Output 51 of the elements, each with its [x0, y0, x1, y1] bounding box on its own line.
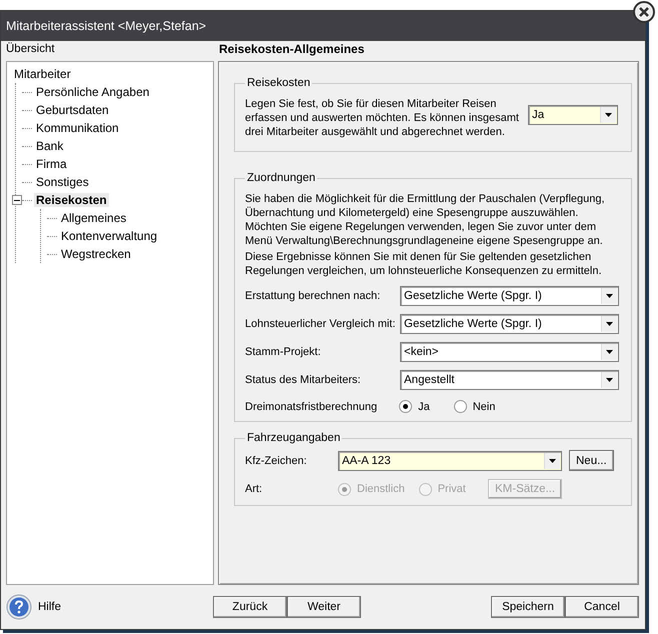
- nav-button[interactable]: Zurück: [213, 596, 287, 618]
- tree-item[interactable]: Firma: [34, 157, 69, 171]
- field-label: Art:: [245, 483, 264, 495]
- radio-button[interactable]: Ja: [399, 400, 430, 413]
- dropdown-arrow-icon: [606, 294, 613, 298]
- tree-item[interactable]: Kommunikation: [34, 121, 121, 135]
- field-label: Kfz-Zeichen:: [245, 454, 308, 466]
- tree-item[interactable]: Kontenverwaltung: [59, 229, 160, 243]
- description-text: Legen Sie fest, ob Sie für diesen Mitarbeiter Reisen erfassen und auswerten möchten. Es können insgesamt drei Mitarbeiter ausgewählt und abgerechnet werden.: [245, 97, 520, 139]
- tree-item[interactable]: Mitarbeiter: [12, 67, 73, 81]
- dropdown-arrow-icon: [549, 458, 556, 462]
- close-button[interactable]: [633, 1, 655, 23]
- new-button[interactable]: Neu...: [569, 450, 614, 471]
- page-title: Reisekosten-Allgemeines: [218, 41, 366, 58]
- dropdown[interactable]: Ja: [528, 105, 618, 125]
- dropdown[interactable]: <kein>: [400, 342, 619, 362]
- help-label: Hilfe: [38, 601, 62, 613]
- action-button[interactable]: Cancel: [565, 596, 639, 618]
- dropdown[interactable]: Gesetzliche Werte (Spgr. I): [400, 286, 619, 306]
- field-label: Erstattung berechnen nach:: [245, 290, 380, 302]
- field-label: Dreimonatsfristberechnung: [245, 400, 378, 412]
- dropdown[interactable]: Angestellt: [400, 370, 619, 390]
- tree-item[interactable]: Reisekosten: [34, 193, 109, 207]
- tree-item[interactable]: Persönliche Angaben: [34, 85, 152, 99]
- sidebar-title: Übersicht: [6, 41, 56, 57]
- close-icon: [639, 7, 649, 17]
- dropdown-arrow-icon: [605, 113, 612, 117]
- group-title: Reisekosten: [246, 77, 312, 89]
- tree-item[interactable]: Allgemeines: [59, 211, 128, 225]
- dropdown-arrow-icon: [606, 322, 613, 326]
- dropdown-arrow-icon: [606, 378, 613, 382]
- help-icon[interactable]: [6, 594, 32, 620]
- tree-item[interactable]: Geburtsdaten: [34, 103, 111, 117]
- action-button[interactable]: Speichern: [491, 596, 565, 618]
- group-title: Zuordnungen: [246, 172, 316, 184]
- dropdown[interactable]: Gesetzliche Werte (Spgr. I): [400, 314, 619, 334]
- group-title: Fahrzeugangaben: [246, 432, 342, 444]
- field-label: Lohnsteuerlicher Vergleich mit:: [245, 318, 396, 330]
- dropdown-arrow-icon: [606, 350, 613, 354]
- tree-item[interactable]: Sonstiges: [34, 175, 91, 189]
- tree-item[interactable]: Wegstrecken: [59, 247, 133, 261]
- dropdown[interactable]: AA-A 123: [338, 450, 562, 470]
- collapse-icon[interactable]: [12, 195, 22, 205]
- description-text: Diese Ergebnisse können Sie mit denen für Sie geltenden gesetzlichen Regelungen vergleichen, um lohnsteuerliche Konsequenzen zu ermitteln.: [245, 250, 603, 278]
- description-text: Sie haben die Möglichkeit für die Ermittlung der Pauschalen (Verpflegung, Übernachtung und Kilometergeld) eine Spesengruppe auszuwählen. Möchten Sie eigene Regelungen verwenden, legen Sie zuvor unter dem Menü Verwaltung\Berechnungsgrundlageneine eigene Spesengruppe an.: [245, 192, 606, 248]
- window-title: Mitarbeiterassistent <Meyer,Stefan>: [6, 19, 206, 33]
- field-label: Status des Mitarbeiters:: [245, 374, 361, 386]
- field-label: Stamm-Projekt:: [245, 346, 321, 358]
- nav-button[interactable]: Weiter: [287, 596, 361, 618]
- tree-item[interactable]: Bank: [34, 139, 66, 153]
- radio-button[interactable]: Nein: [454, 400, 496, 413]
